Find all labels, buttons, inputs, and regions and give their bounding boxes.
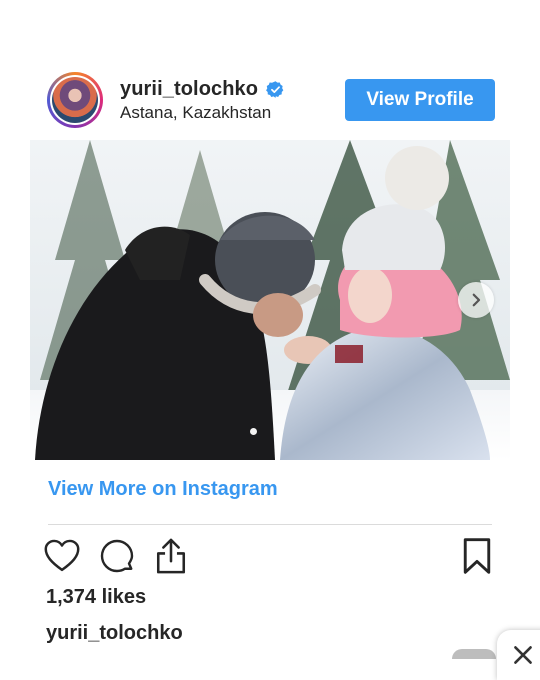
- username-row: yurii_tolochko: [120, 78, 285, 101]
- comment-icon: [100, 539, 134, 573]
- view-profile-button[interactable]: View Profile: [345, 79, 495, 121]
- close-button[interactable]: [497, 630, 540, 680]
- chevron-right-icon: [472, 293, 481, 307]
- close-icon: [514, 646, 532, 664]
- view-more-on-instagram-link[interactable]: View More on Instagram: [48, 478, 278, 501]
- comment-button[interactable]: [97, 536, 137, 576]
- save-button[interactable]: [458, 535, 496, 577]
- heart-icon: [44, 539, 80, 572]
- username[interactable]: yurii_tolochko: [120, 78, 258, 101]
- likes-count[interactable]: 1,374 likes: [46, 586, 146, 609]
- location[interactable]: Astana, Kazakhstan: [120, 103, 271, 123]
- carousel-dots: [250, 428, 257, 435]
- avatar[interactable]: [47, 72, 103, 128]
- caption-username[interactable]: yurii_tolochko: [46, 622, 183, 645]
- like-button[interactable]: [42, 536, 82, 576]
- avatar-image: [52, 77, 98, 123]
- floating-button-edge: [452, 649, 496, 659]
- share-button[interactable]: [151, 535, 191, 577]
- carousel-dot-active: [250, 428, 257, 435]
- divider: [48, 524, 492, 525]
- carousel-next-button[interactable]: [458, 282, 494, 318]
- share-icon: [156, 538, 186, 574]
- photo-illustration: [30, 140, 510, 460]
- avatar-ring: [50, 75, 100, 125]
- verified-badge-icon: [266, 81, 284, 98]
- bookmark-icon: [463, 538, 491, 574]
- post-photo[interactable]: [30, 140, 510, 460]
